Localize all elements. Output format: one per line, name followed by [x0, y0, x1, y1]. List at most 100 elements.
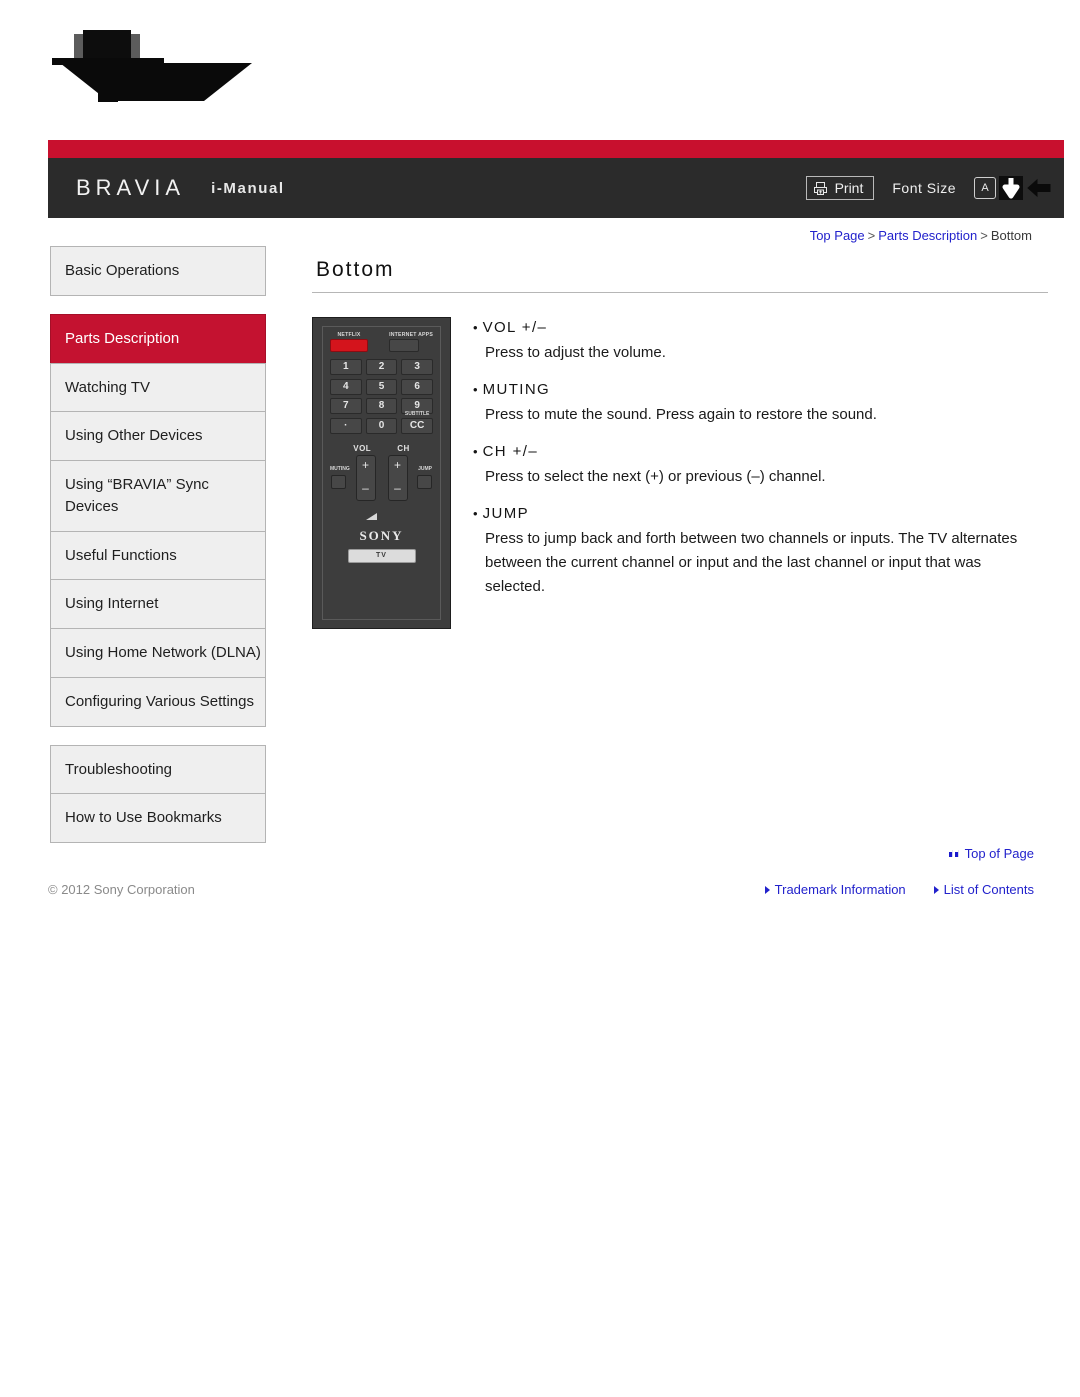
remote-key-4: 4	[330, 378, 362, 395]
description-list: • VOL +/– Press to adjust the volume. • MU…	[473, 317, 1052, 615]
sidebar-item-watching-tv[interactable]: Watching TV	[50, 362, 266, 412]
brand-subtitle: i-Manual	[211, 179, 285, 197]
remote-key-0: 0	[365, 417, 398, 434]
remote-internet-apps-label: INTERNET APPS	[389, 332, 433, 338]
remote-key-2: 2	[365, 359, 398, 376]
remote-ch-minus: –	[394, 480, 401, 495]
description-term-jump: • JUMP	[473, 505, 1052, 522]
description-term-muting-text: MUTING	[482, 381, 551, 398]
sidebar-item-using-other-devices[interactable]: Using Other Devices	[50, 411, 266, 460]
description-text-vol: Press to adjust the volume.	[485, 344, 666, 361]
breadcrumb-separator: >	[867, 228, 876, 243]
header-bar: BRAVIA i-Manual Print Font Size A	[48, 158, 1064, 218]
description-item-vol: • VOL +/– Press to adjust the volume.	[473, 319, 1052, 365]
description-text-muting: Press to mute the sound. Press again to …	[485, 406, 877, 423]
page-title: Bottom	[316, 258, 395, 281]
sidebar-item-basic-operations[interactable]: Basic Operations	[50, 246, 266, 296]
footer-links: Trademark Information List of Contents	[764, 882, 1034, 897]
remote-ch-label: CH	[397, 443, 410, 453]
list-of-contents-label: List of Contents	[943, 882, 1034, 897]
sidebar-item-using-internet[interactable]: Using Internet	[50, 579, 266, 628]
remote-vol-minus: –	[362, 480, 369, 495]
breadcrumb-item-top-page[interactable]: Top Page	[810, 228, 865, 243]
remote-netflix-key	[330, 339, 368, 353]
remote-key-8: 8	[365, 398, 398, 415]
description-item-jump: • JUMP Press to jump back and forth betwe…	[473, 505, 1052, 599]
remote-jump-key	[417, 474, 432, 489]
triangle-right-icon	[933, 885, 939, 894]
title-divider	[312, 292, 1048, 293]
print-icon	[813, 181, 827, 195]
trademark-information-link[interactable]: Trademark Information	[764, 882, 906, 897]
list-of-contents-link[interactable]: List of Contents	[933, 882, 1034, 897]
font-size-a-button[interactable]: A	[974, 177, 996, 199]
top-of-page-icon	[948, 849, 958, 857]
font-size-controls: A	[974, 175, 1052, 201]
site-header: BRAVIA i-Manual Print Font Size A	[48, 140, 1064, 218]
sidebar-nav: Basic Operations Parts Description Watch…	[50, 246, 266, 861]
remote-control-cluster: VOL CH MUTING JUMP + – + –	[330, 443, 433, 520]
remote-key-3: 3	[401, 359, 433, 376]
bullet-icon: •	[473, 444, 478, 459]
remote-key-6: 6	[401, 378, 433, 395]
remote-brand-label: SONY	[359, 527, 404, 543]
bullet-icon: •	[473, 320, 478, 335]
description-item-ch: • CH +/– Press to select the next (+) or …	[473, 443, 1052, 489]
description-term-vol-text: VOL +/–	[482, 319, 548, 336]
page-footer: © 2012 Sony Corporation Trademark Inform…	[48, 882, 1034, 897]
remote-ch-plus: +	[393, 457, 401, 472]
sidebar-group-2: Parts Description Watching TV Using Othe…	[50, 313, 266, 727]
description-text-jump: Press to jump back and forth between two…	[485, 530, 1018, 595]
description-text-ch: Press to select the next (+) or previous…	[485, 468, 826, 485]
app-logo-icon	[52, 30, 252, 102]
print-button-label: Print	[834, 180, 864, 196]
sidebar-item-troubleshooting[interactable]: Troubleshooting	[50, 744, 266, 794]
remote-vol-label: VOL	[353, 443, 372, 453]
volume-triangle-icon	[366, 512, 377, 520]
header-accent-stripe	[48, 140, 1064, 158]
remote-muting-key	[331, 474, 346, 489]
remote-vol-rocker: + –	[355, 454, 376, 501]
arrow-down-icon[interactable]	[998, 175, 1024, 201]
bullet-icon: •	[473, 506, 478, 521]
description-item-muting: • MUTING Press to mute the sound. Press a…	[473, 381, 1052, 427]
font-size-label: Font Size	[892, 180, 956, 196]
remote-vol-plus: +	[361, 457, 369, 472]
sidebar-item-how-to-use-bookmarks[interactable]: How to Use Bookmarks	[50, 793, 266, 843]
remote-key-1: 1	[330, 359, 362, 376]
description-term-jump-text: JUMP	[482, 505, 529, 522]
remote-tv-key: TV	[347, 548, 416, 563]
remote-control-illustration: NETFLIX INTERNET APPS 1 2 3 4 5 6 7 8 9 …	[312, 317, 451, 629]
trademark-information-label: Trademark Information	[774, 882, 906, 897]
sidebar-item-parts-description[interactable]: Parts Description	[50, 313, 266, 363]
description-term-ch: • CH +/–	[473, 443, 1052, 460]
arrow-left-cursor-icon[interactable]	[1026, 177, 1052, 199]
sidebar-item-using-bravia-sync-devices[interactable]: Using “BRAVIA” Sync Devices	[50, 460, 266, 531]
breadcrumb-item-current: Bottom	[990, 228, 1032, 243]
remote-subtitle-label: SUBTITLE	[404, 410, 430, 417]
sidebar-group-3: Troubleshooting How to Use Bookmarks	[50, 744, 266, 843]
brand-logo: BRAVIA	[76, 175, 186, 200]
remote-internet-apps-key	[389, 339, 420, 353]
sidebar-group-1: Basic Operations	[50, 246, 266, 296]
sidebar-item-configuring-various-settings[interactable]: Configuring Various Settings	[50, 676, 266, 727]
sidebar-item-using-home-network-dlna[interactable]: Using Home Network (DLNA)	[50, 628, 266, 677]
copyright-text: © 2012 Sony Corporation	[48, 882, 195, 897]
sidebar-item-useful-functions[interactable]: Useful Functions	[50, 530, 266, 580]
content-body: NETFLIX INTERNET APPS 1 2 3 4 5 6 7 8 9 …	[312, 317, 1052, 629]
breadcrumb: Top Page > Parts Description > Bottom	[810, 228, 1032, 243]
header-tools: Print Font Size A	[805, 175, 1052, 201]
top-of-page-link[interactable]: Top of Page	[948, 846, 1034, 861]
page-logo-area	[0, 0, 1080, 130]
remote-muting-label: MUTING	[330, 465, 350, 472]
breadcrumb-item-parts-description[interactable]: Parts Description	[878, 228, 977, 243]
print-button[interactable]: Print	[805, 176, 875, 200]
remote-key-dot: ·	[330, 417, 362, 434]
description-term-vol: • VOL +/–	[473, 319, 1052, 336]
description-term-muting: • MUTING	[473, 381, 1052, 398]
description-term-ch-text: CH +/–	[482, 443, 539, 460]
remote-key-cc: CC	[401, 417, 433, 434]
remote-key-7: 7	[330, 398, 362, 415]
remote-jump-label: JUMP	[418, 465, 432, 472]
top-of-page-label: Top of Page	[964, 846, 1034, 861]
